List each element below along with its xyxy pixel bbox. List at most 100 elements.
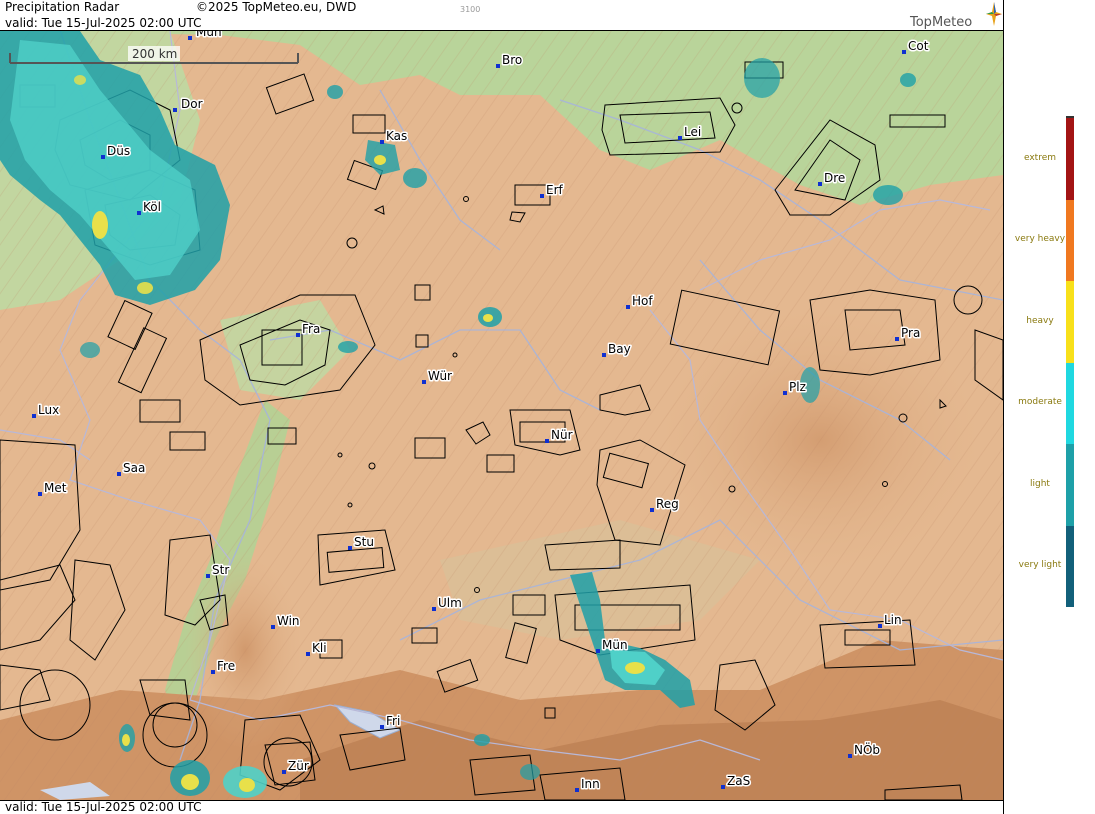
city-marker-icon xyxy=(206,574,210,578)
city-label-met: Met xyxy=(44,481,67,495)
city-marker-icon xyxy=(602,353,606,357)
city-label-zur: Zür xyxy=(288,759,309,773)
city-marker-icon xyxy=(380,140,384,144)
city-marker-icon xyxy=(137,211,141,215)
city-marker-icon xyxy=(380,725,384,729)
echo-inn xyxy=(520,764,540,780)
echo-zurich-1-core xyxy=(181,774,199,790)
city-label-nob: NÖb xyxy=(854,741,880,757)
city-label-bro: Bro xyxy=(502,53,522,67)
city-marker-icon xyxy=(650,508,654,512)
city-label-erf: Erf xyxy=(546,183,564,197)
echo-dresden-east xyxy=(873,185,903,205)
topmeteo-logo: TopMeteo xyxy=(908,2,1002,30)
city-marker-icon xyxy=(596,649,600,653)
city-label-stu: Stu xyxy=(354,535,374,549)
city-label-kol: Köl xyxy=(143,200,161,214)
map-footer: valid: Tue 15-Jul-2025 02:00 UTC xyxy=(0,800,1003,814)
legend-bar-cap xyxy=(1066,116,1074,118)
city-label-mun: Mün xyxy=(602,638,628,652)
city-label-lin: Lin xyxy=(884,613,902,627)
city-label-kas: Kas xyxy=(386,129,407,143)
city-label-fra: Fra xyxy=(302,322,320,336)
city-label-fre: Fre xyxy=(217,659,235,673)
echo-luxembourg xyxy=(80,342,100,358)
legend-label-heavy: heavy xyxy=(1026,315,1054,326)
city-label-nur: Nür xyxy=(551,428,573,442)
footer-valid-time: valid: Tue 15-Jul-2025 02:00 UTC xyxy=(5,800,202,814)
city-label-saa: Saa xyxy=(123,461,145,475)
map-canvas[interactable]: 200 km Mün Bro Cot Dor Kas Lei Düs Erf Dre Köl Hof… xyxy=(0,31,1003,800)
city-marker-icon xyxy=(271,625,275,629)
echo-kassel-heavy xyxy=(374,155,386,165)
city-marker-icon xyxy=(101,155,105,159)
echo-hof-west-core xyxy=(483,314,493,322)
legend-label-light: light xyxy=(1030,478,1050,489)
legend-label-very-light: very light xyxy=(1018,560,1062,571)
city-label-hof: Hof xyxy=(632,294,653,308)
city-marker-icon xyxy=(306,652,310,656)
city-marker-icon xyxy=(173,108,177,112)
city-marker-icon xyxy=(282,770,286,774)
logo-text: TopMeteo xyxy=(910,15,973,30)
city-label-lei: Lei xyxy=(684,125,701,139)
echo-frankfurt-east xyxy=(338,341,358,353)
city-label-dre: Dre xyxy=(824,171,845,185)
legend-label-moderate: moderate xyxy=(1018,397,1062,408)
city-marker-icon xyxy=(626,305,630,309)
city-marker-icon xyxy=(496,64,500,68)
city-marker-icon xyxy=(902,50,906,54)
city-label-reg: Reg xyxy=(656,497,679,511)
city-label-pra: Pra xyxy=(901,326,920,340)
city-label-mon_top: Mün xyxy=(196,31,222,39)
echo-cottbus xyxy=(900,73,916,87)
legend-label-very-heavy: very heavy xyxy=(1014,234,1066,245)
city-label-ulm: Ulm xyxy=(438,596,462,610)
city-marker-icon xyxy=(848,754,852,758)
city-label-inn: Inn xyxy=(581,777,600,791)
city-marker-icon xyxy=(422,380,426,384)
city-marker-icon xyxy=(540,194,544,198)
map-title: Precipitation Radar xyxy=(5,0,120,14)
city-label-bay: Bay xyxy=(608,342,631,356)
city-label-cot: Cot xyxy=(908,39,929,53)
city-marker-icon xyxy=(432,607,436,611)
city-marker-icon xyxy=(188,36,192,40)
city-label-str: Str xyxy=(212,563,229,577)
valid-time: valid: Tue 15-Jul-2025 02:00 UTC xyxy=(5,16,202,30)
city-marker-icon xyxy=(783,391,787,395)
city-marker-icon xyxy=(32,414,36,418)
radar-map[interactable]: 200 km Mün Bro Cot Dor Kas Lei Düs Erf Dre Köl Hof… xyxy=(0,31,1003,800)
city-label-lux: Lux xyxy=(38,403,59,417)
city-label-plz: Plz xyxy=(789,380,806,394)
echo-heavy-1 xyxy=(92,211,108,239)
map-code: 3100 xyxy=(460,5,481,14)
city-label-win: Win xyxy=(277,614,300,628)
city-marker-icon xyxy=(818,182,822,186)
city-label-dor: Dor xyxy=(181,97,203,111)
city-marker-icon xyxy=(575,788,579,792)
city-marker-icon xyxy=(895,337,899,341)
city-marker-icon xyxy=(117,472,121,476)
city-label-fri: Fri xyxy=(386,714,400,728)
echo-north-east xyxy=(744,58,780,98)
echo-nw-small xyxy=(327,85,343,99)
city-marker-icon xyxy=(545,439,549,443)
copyright-text: ©2025 TopMeteo.eu, DWD xyxy=(196,0,357,14)
city-marker-icon xyxy=(296,333,300,337)
city-marker-icon xyxy=(38,492,42,496)
echo-heavy-2 xyxy=(137,282,153,294)
city-marker-icon xyxy=(721,785,725,789)
legend-label-extrem: extrem xyxy=(1023,152,1057,163)
city-marker-icon xyxy=(878,624,882,628)
city-label-wur: Wür xyxy=(428,369,452,383)
echo-munich-heavy xyxy=(625,662,645,674)
city-marker-icon xyxy=(348,546,352,550)
city-label-dus: Düs xyxy=(107,144,130,158)
echo-kassel-east xyxy=(403,168,427,188)
echo-alps-small xyxy=(474,734,490,746)
scale-label: 200 km xyxy=(132,47,177,61)
city-marker-icon xyxy=(211,670,215,674)
city-label-zas: ZaS xyxy=(727,774,750,788)
map-header: Precipitation Radar ©2025 TopMeteo.eu, D… xyxy=(0,0,1003,31)
